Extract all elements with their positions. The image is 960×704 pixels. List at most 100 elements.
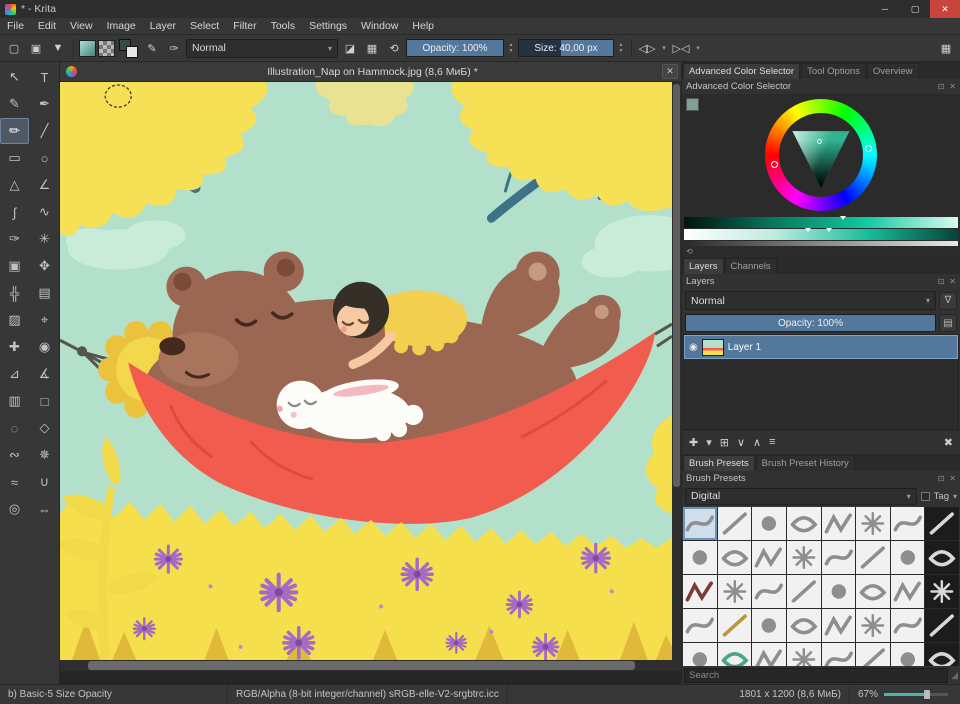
- brush-preset-32[interactable]: [683, 643, 717, 666]
- tool-measure[interactable]: ∡: [30, 361, 59, 387]
- menu-layer[interactable]: Layer: [143, 18, 183, 34]
- menu-window[interactable]: Window: [354, 18, 405, 34]
- dock-float-icon[interactable]: ⊡: [938, 277, 945, 286]
- tool-calligraphy[interactable]: ✒: [30, 91, 59, 117]
- mirror-vertical-options-button[interactable]: ▾: [693, 38, 703, 58]
- add-layer-options-button[interactable]: ▾: [706, 436, 712, 449]
- brush-preset-34[interactable]: [752, 643, 786, 666]
- menu-image[interactable]: Image: [100, 18, 143, 34]
- tool-bezier-select[interactable]: ≈: [0, 469, 29, 495]
- dock-tab-brush-preset-history[interactable]: Brush Preset History: [756, 455, 855, 471]
- tool-text[interactable]: T: [30, 64, 59, 90]
- brush-tag-filter-select[interactable]: Digital ▾: [685, 488, 917, 505]
- tool-polyline[interactable]: ∠: [30, 172, 59, 198]
- menu-select[interactable]: Select: [183, 18, 226, 34]
- tool-select-shapes[interactable]: ↖: [0, 64, 29, 90]
- menu-settings[interactable]: Settings: [302, 18, 354, 34]
- spinner[interactable]: ▲▼: [616, 39, 626, 57]
- brush-preset-0[interactable]: [683, 507, 717, 540]
- size-slider[interactable]: Size: 40,00 px: [518, 39, 614, 57]
- menu-view[interactable]: View: [63, 18, 100, 34]
- tool-zoom[interactable]: ◎: [0, 496, 29, 522]
- brush-preset-15[interactable]: [925, 541, 959, 574]
- window-maximize-button[interactable]: ▢: [900, 0, 930, 18]
- tool-similar-color-select[interactable]: ✵: [30, 442, 59, 468]
- tool-assistants[interactable]: ⊿: [0, 361, 29, 387]
- choose-workspace-button[interactable]: ▦: [936, 38, 956, 58]
- brush-preset-17[interactable]: [718, 575, 752, 608]
- save-document-button[interactable]: ▼: [48, 38, 68, 58]
- tool-rectangle[interactable]: ▭: [0, 145, 29, 171]
- menu-help[interactable]: Help: [405, 18, 441, 34]
- brush-preset-35[interactable]: [787, 643, 821, 666]
- dock-close-icon[interactable]: ✕: [949, 82, 956, 91]
- layer-properties-button[interactable]: ≡: [769, 436, 775, 448]
- brush-preset-3[interactable]: [787, 507, 821, 540]
- brush-preset-24[interactable]: [683, 609, 717, 642]
- brush-preset-21[interactable]: [856, 575, 890, 608]
- blending-mode-select[interactable]: Normal▾: [186, 39, 338, 58]
- tool-freehand-path[interactable]: ∿: [30, 199, 59, 225]
- advanced-color-selector[interactable]: [682, 94, 960, 216]
- document-close-button[interactable]: ✕: [662, 64, 678, 79]
- layer-opacity-slider[interactable]: Opacity: 100%: [685, 314, 936, 332]
- menu-tools[interactable]: Tools: [264, 18, 303, 34]
- tool-multibrush[interactable]: ✳: [30, 226, 59, 252]
- tool-polygon-select[interactable]: ◇: [30, 415, 59, 441]
- tool-crop[interactable]: ╬: [0, 280, 29, 306]
- dock-tab-advanced-color-selector[interactable]: Advanced Color Selector: [683, 63, 800, 79]
- brush-preset-20[interactable]: [822, 575, 856, 608]
- tool-reference-images[interactable]: ▥: [0, 388, 29, 414]
- tool-line[interactable]: ╱: [30, 118, 59, 144]
- tool-edit-shapes[interactable]: ✎: [0, 91, 29, 117]
- duplicate-layer-button[interactable]: ⊞: [720, 436, 729, 449]
- brush-preset-38[interactable]: [891, 643, 925, 666]
- tool-move[interactable]: ✥: [30, 253, 59, 279]
- tag-checkbox[interactable]: [921, 492, 930, 501]
- brush-preset-25[interactable]: [718, 609, 752, 642]
- dock-float-icon[interactable]: ⊡: [938, 82, 945, 91]
- dock-float-icon[interactable]: ⊡: [938, 474, 945, 483]
- brush-preset-1[interactable]: [718, 507, 752, 540]
- tool-freehand-select[interactable]: ∾: [0, 442, 29, 468]
- brush-preset-31[interactable]: [925, 609, 959, 642]
- tag-options-button[interactable]: ▾: [953, 492, 957, 501]
- brush-preset-27[interactable]: [787, 609, 821, 642]
- spinner[interactable]: ▲▼: [506, 39, 516, 57]
- brush-preset-14[interactable]: [891, 541, 925, 574]
- dock-tab-overview[interactable]: Overview: [867, 63, 919, 79]
- reload-preset-button[interactable]: ⟲: [384, 38, 404, 58]
- brush-preset-36[interactable]: [822, 643, 856, 666]
- layer-options-button[interactable]: ▤: [939, 314, 957, 332]
- open-document-button[interactable]: ▣: [26, 38, 46, 58]
- brush-preset-5[interactable]: [856, 507, 890, 540]
- saturation-value-triangle[interactable]: [787, 118, 855, 191]
- delete-layer-button[interactable]: ✖: [944, 436, 953, 449]
- brush-preset-26[interactable]: [752, 609, 786, 642]
- brush-preset-9[interactable]: [718, 541, 752, 574]
- tool-dynamic-brush[interactable]: ✑: [0, 226, 29, 252]
- brush-preset-16[interactable]: [683, 575, 717, 608]
- background-color-swatch[interactable]: [126, 46, 138, 58]
- brush-preset-39[interactable]: [925, 643, 959, 666]
- tool-bezier-curve[interactable]: ∫: [0, 199, 29, 225]
- move-layer-down-button[interactable]: ∨: [737, 436, 745, 449]
- mirror-horizontal-button[interactable]: ◁▷: [637, 38, 657, 58]
- tool-magnetic-select[interactable]: ∪: [30, 469, 59, 495]
- saturation-strip[interactable]: [684, 229, 958, 240]
- brush-preset-11[interactable]: [787, 541, 821, 574]
- tool-freehand-brush[interactable]: ✏: [0, 118, 29, 144]
- choose-brush-preset-button[interactable]: ✎: [142, 38, 162, 58]
- canvas-illustration[interactable]: [60, 82, 672, 660]
- tool-pattern-fill[interactable]: ▨: [0, 307, 29, 333]
- vertical-scrollbar[interactable]: [672, 82, 681, 660]
- zoom-slider[interactable]: [884, 693, 948, 696]
- mirror-vertical-button[interactable]: ▷◁: [671, 38, 691, 58]
- layer-filter-button[interactable]: ∇: [939, 292, 957, 310]
- brush-preset-12[interactable]: [822, 541, 856, 574]
- move-layer-up-button[interactable]: ∧: [753, 436, 761, 449]
- eraser-mode-button[interactable]: ◪: [340, 38, 360, 58]
- window-close-button[interactable]: ✕: [930, 0, 960, 18]
- brush-preset-10[interactable]: [752, 541, 786, 574]
- tool-smart-patch[interactable]: ✚: [0, 334, 29, 360]
